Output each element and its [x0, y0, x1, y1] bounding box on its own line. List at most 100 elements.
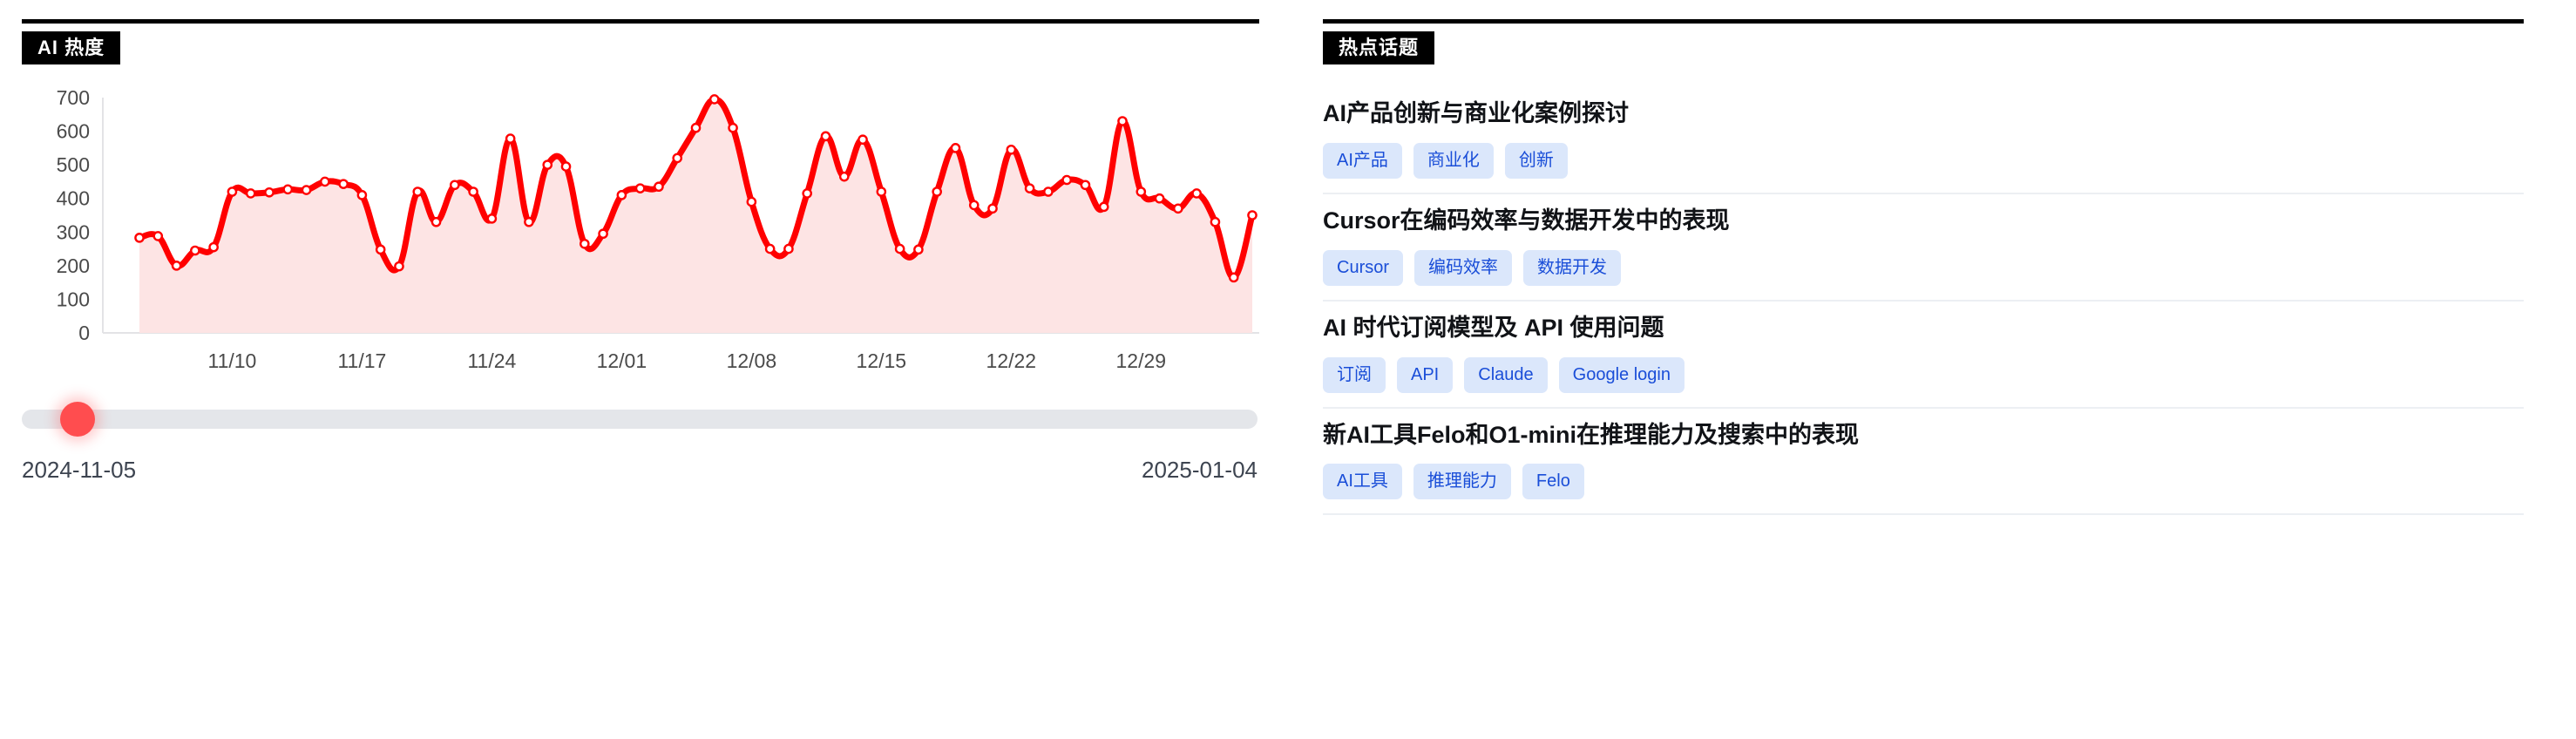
topic-title: AI产品创新与商业化案例探讨	[1323, 100, 1629, 127]
chart-point-marker[interactable]	[1080, 180, 1091, 191]
topic-tags: AI工具 推理能力 Felo	[1323, 464, 2524, 500]
date-range-slider[interactable]: 2024-11-05 2025-01-04	[22, 402, 1257, 484]
chart-point-marker[interactable]	[672, 153, 683, 164]
y-tick-label: 700	[57, 86, 90, 109]
chart-point-marker[interactable]	[1098, 201, 1109, 213]
chart-point-marker[interactable]	[1191, 188, 1202, 200]
chart-point-marker[interactable]	[134, 233, 145, 243]
topic-tag[interactable]: 编码效率	[1414, 249, 1513, 286]
chart-point-marker[interactable]	[1006, 145, 1017, 155]
chart-point-marker[interactable]	[820, 131, 831, 142]
topic-title: 新AI工具Felo和O1-mini在推理能力及搜索中的表现	[1323, 421, 1860, 448]
topic-tag[interactable]: 商业化	[1413, 143, 1494, 180]
topic-tag[interactable]: 推理能力	[1413, 464, 1511, 500]
topic-tag[interactable]: Google login	[1558, 356, 1685, 393]
chart-point-marker[interactable]	[412, 186, 424, 198]
chart-point-marker[interactable]	[375, 244, 386, 255]
chart-point-marker[interactable]	[208, 242, 219, 253]
chart-point-marker[interactable]	[580, 239, 590, 249]
chart-point-marker[interactable]	[227, 186, 238, 198]
topic-tag[interactable]: AI工具	[1323, 464, 1402, 500]
chart-point-marker[interactable]	[708, 94, 720, 105]
topic-tag[interactable]: Cursor	[1323, 249, 1404, 286]
chart-point-marker[interactable]	[598, 228, 608, 240]
topic-tag[interactable]: 创新	[1504, 143, 1568, 180]
chart-point-marker[interactable]	[764, 244, 776, 254]
chart-point-marker[interactable]	[654, 181, 664, 193]
dashboard-root: AI 热度 0 100 200 300 400 500 600 700 11/10 11/17 1…	[0, 0, 2576, 739]
chart-point-marker[interactable]	[634, 183, 646, 194]
chart-point-marker[interactable]	[690, 123, 702, 133]
chart-point-marker[interactable]	[356, 190, 368, 200]
chart-point-marker[interactable]	[1173, 203, 1183, 214]
chart-point-marker[interactable]	[171, 261, 182, 271]
chart-point-marker[interactable]	[616, 190, 627, 200]
chart-point-marker[interactable]	[338, 179, 349, 190]
chart-point-marker[interactable]	[301, 185, 312, 196]
chart-point-marker[interactable]	[1228, 272, 1239, 283]
chart-point-marker[interactable]	[746, 197, 757, 207]
chart-point-marker[interactable]	[968, 200, 980, 211]
chart-point-marker[interactable]	[1210, 217, 1221, 227]
x-tick-label: 12/22	[986, 349, 1037, 372]
topic-tag[interactable]: Claude	[1464, 356, 1548, 393]
chart-point-marker[interactable]	[1154, 193, 1165, 204]
chart-point-marker[interactable]	[894, 244, 905, 254]
chart-point-marker[interactable]	[950, 143, 961, 153]
slider-thumb[interactable]	[59, 402, 95, 437]
chart-point-marker[interactable]	[1117, 116, 1128, 127]
chart-point-marker[interactable]	[932, 186, 942, 198]
topic-tag[interactable]: AI产品	[1323, 143, 1402, 180]
y-tick-label: 100	[57, 288, 90, 311]
hot-topics-panel: 热点话题 AI产品创新与商业化案例探讨 AI产品 商业化 创新 Cursor在编码效率与…	[1288, 0, 2576, 739]
chart-point-marker[interactable]	[320, 176, 330, 187]
chart-point-marker[interactable]	[524, 217, 534, 227]
topic-tag[interactable]: API	[1397, 356, 1454, 393]
chart-point-marker[interactable]	[560, 161, 572, 173]
chart-point-marker[interactable]	[728, 123, 738, 133]
topic-title: Cursor在编码效率与数据开发中的表现	[1323, 207, 1730, 234]
chart-point-marker[interactable]	[264, 187, 275, 198]
topic-tags: Cursor 编码效率 数据开发	[1323, 249, 2524, 286]
chart-point-marker[interactable]	[394, 261, 404, 272]
topic-tag[interactable]: 数据开发	[1523, 249, 1622, 286]
y-tick-label: 300	[57, 221, 90, 244]
chart-point-marker[interactable]	[468, 186, 478, 198]
chart-point-marker[interactable]	[783, 244, 794, 254]
chart-point-marker[interactable]	[858, 134, 868, 146]
topic-tag[interactable]: Felo	[1522, 464, 1584, 500]
chart-point-marker[interactable]	[450, 180, 460, 191]
chart-point-marker[interactable]	[430, 217, 442, 227]
chart-point-marker[interactable]	[542, 159, 553, 171]
x-tick-label: 11/17	[337, 349, 386, 372]
chart-point-marker[interactable]	[987, 203, 998, 214]
x-tick-label: 12/29	[1116, 349, 1167, 372]
chart-point-marker[interactable]	[245, 188, 256, 200]
slider-track[interactable]	[22, 402, 1257, 437]
topic-tags: 订阅 API Claude Google login	[1323, 356, 2524, 393]
chart-point-marker[interactable]	[1024, 183, 1035, 194]
chart-point-marker[interactable]	[153, 231, 164, 242]
chart-point-marker[interactable]	[505, 133, 516, 145]
chart-point-marker[interactable]	[190, 245, 200, 256]
chart-point-marker[interactable]	[1043, 186, 1054, 198]
hot-topics-list: AI产品创新与商业化案例探讨 AI产品 商业化 创新 Cursor在编码效率与数据开发中…	[1323, 84, 2524, 516]
topic-tag[interactable]: 订阅	[1323, 356, 1386, 393]
chart-point-marker[interactable]	[1247, 210, 1257, 221]
ai-heat-chart: 0 100 200 300 400 500 600 700 11/10 11/17 11/24 12…	[22, 80, 1259, 385]
topic-item[interactable]: AI 时代订阅模型及 API 使用问题订阅 API Claude Google log…	[1323, 302, 2524, 409]
chart-point-marker[interactable]	[1061, 174, 1072, 186]
chart-point-marker[interactable]	[486, 214, 498, 224]
chart-point-marker[interactable]	[802, 188, 813, 200]
x-tick-label: 12/01	[597, 349, 647, 372]
topic-title: AI 时代订阅模型及 API 使用问题	[1323, 314, 1664, 341]
topic-item[interactable]: Cursor在编码效率与数据开发中的表现 Cursor 编码效率 数据开发	[1323, 194, 2524, 302]
chart-point-marker[interactable]	[913, 244, 924, 255]
topic-item[interactable]: 新AI工具Felo和O1-mini在推理能力及搜索中的表现 AI工具 推理能力 Fel…	[1323, 409, 2524, 516]
chart-point-marker[interactable]	[876, 186, 887, 198]
chart-point-marker[interactable]	[1135, 186, 1147, 198]
chart-point-marker[interactable]	[838, 172, 850, 182]
topic-item[interactable]: AI产品创新与商业化案例探讨 AI产品 商业化 创新	[1323, 84, 2524, 195]
chart-point-marker[interactable]	[282, 184, 294, 195]
hot-topics-panel-title: 热点话题	[1323, 31, 1435, 65]
